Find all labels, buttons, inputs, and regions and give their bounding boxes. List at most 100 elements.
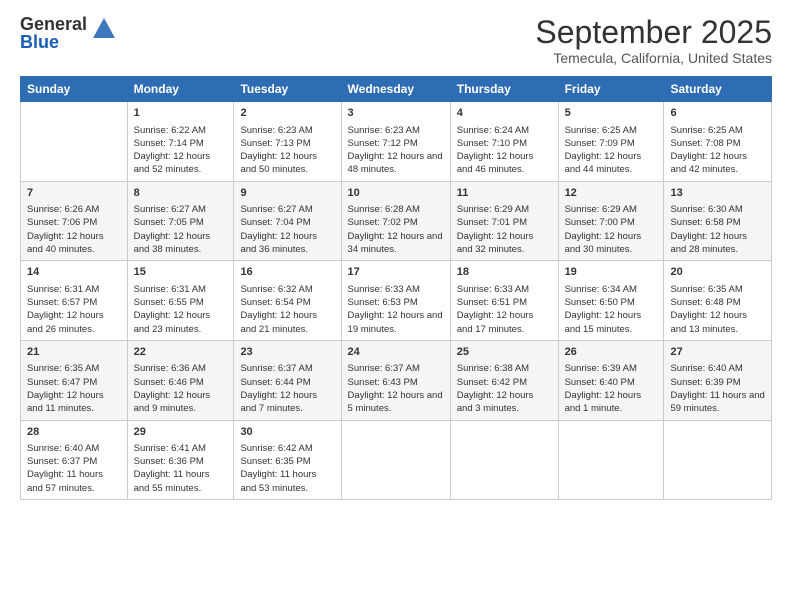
sunrise-text: Sunrise: 6:23 AM bbox=[240, 125, 312, 136]
sunrise-text: Sunrise: 6:40 AM bbox=[27, 443, 99, 454]
sunset-text: Sunset: 6:51 PM bbox=[457, 297, 527, 308]
sunrise-text: Sunrise: 6:29 AM bbox=[457, 204, 529, 215]
day-number: 9 bbox=[240, 186, 334, 201]
daylight-text: Daylight: 11 hours and 59 minutes. bbox=[670, 390, 764, 414]
logo-icon bbox=[93, 18, 115, 43]
daylight-text: Daylight: 12 hours and 17 minutes. bbox=[457, 310, 534, 334]
col-tuesday: Tuesday bbox=[234, 77, 341, 102]
calendar-cell: 17 Sunrise: 6:33 AM Sunset: 6:53 PM Dayl… bbox=[341, 261, 450, 341]
col-sunday: Sunday bbox=[21, 77, 128, 102]
calendar-cell: 30 Sunrise: 6:42 AM Sunset: 6:35 PM Dayl… bbox=[234, 420, 341, 500]
day-number: 1 bbox=[134, 106, 228, 121]
cell-content: 18 Sunrise: 6:33 AM Sunset: 6:51 PM Dayl… bbox=[457, 265, 552, 336]
cell-content: 16 Sunrise: 6:32 AM Sunset: 6:54 PM Dayl… bbox=[240, 265, 334, 336]
cell-content: 1 Sunrise: 6:22 AM Sunset: 7:14 PM Dayli… bbox=[134, 106, 228, 177]
calendar-cell: 18 Sunrise: 6:33 AM Sunset: 6:51 PM Dayl… bbox=[450, 261, 558, 341]
col-wednesday: Wednesday bbox=[341, 77, 450, 102]
calendar-cell: 19 Sunrise: 6:34 AM Sunset: 6:50 PM Dayl… bbox=[558, 261, 664, 341]
sunset-text: Sunset: 7:04 PM bbox=[240, 217, 310, 228]
cell-content: 13 Sunrise: 6:30 AM Sunset: 6:58 PM Dayl… bbox=[670, 186, 765, 257]
month-title: September 2025 bbox=[535, 15, 772, 50]
col-saturday: Saturday bbox=[664, 77, 772, 102]
calendar-cell bbox=[341, 420, 450, 500]
daylight-text: Daylight: 12 hours and 46 minutes. bbox=[457, 151, 534, 175]
sunrise-text: Sunrise: 6:22 AM bbox=[134, 125, 206, 136]
calendar-cell: 14 Sunrise: 6:31 AM Sunset: 6:57 PM Dayl… bbox=[21, 261, 128, 341]
sunset-text: Sunset: 6:46 PM bbox=[134, 377, 204, 388]
cell-content: 25 Sunrise: 6:38 AM Sunset: 6:42 PM Dayl… bbox=[457, 345, 552, 416]
calendar-cell: 13 Sunrise: 6:30 AM Sunset: 6:58 PM Dayl… bbox=[664, 181, 772, 261]
calendar-cell bbox=[664, 420, 772, 500]
day-number: 16 bbox=[240, 265, 334, 280]
sunset-text: Sunset: 7:01 PM bbox=[457, 217, 527, 228]
cell-content: 10 Sunrise: 6:28 AM Sunset: 7:02 PM Dayl… bbox=[348, 186, 444, 257]
day-number: 28 bbox=[27, 425, 121, 440]
daylight-text: Daylight: 12 hours and 26 minutes. bbox=[27, 310, 104, 334]
sunrise-text: Sunrise: 6:27 AM bbox=[134, 204, 206, 215]
daylight-text: Daylight: 12 hours and 13 minutes. bbox=[670, 310, 747, 334]
calendar-cell bbox=[21, 102, 128, 182]
cell-content: 7 Sunrise: 6:26 AM Sunset: 7:06 PM Dayli… bbox=[27, 186, 121, 257]
sunrise-text: Sunrise: 6:35 AM bbox=[670, 284, 742, 295]
calendar-cell: 4 Sunrise: 6:24 AM Sunset: 7:10 PM Dayli… bbox=[450, 102, 558, 182]
daylight-text: Daylight: 12 hours and 19 minutes. bbox=[348, 310, 443, 334]
sunset-text: Sunset: 6:55 PM bbox=[134, 297, 204, 308]
header: General Blue September 2025 Temecula, Ca… bbox=[20, 15, 772, 66]
cell-content: 17 Sunrise: 6:33 AM Sunset: 6:53 PM Dayl… bbox=[348, 265, 444, 336]
daylight-text: Daylight: 12 hours and 52 minutes. bbox=[134, 151, 211, 175]
daylight-text: Daylight: 11 hours and 53 minutes. bbox=[240, 469, 316, 493]
day-number: 24 bbox=[348, 345, 444, 360]
day-number: 22 bbox=[134, 345, 228, 360]
daylight-text: Daylight: 12 hours and 48 minutes. bbox=[348, 151, 443, 175]
daylight-text: Daylight: 12 hours and 11 minutes. bbox=[27, 390, 104, 414]
day-number: 15 bbox=[134, 265, 228, 280]
cell-content: 3 Sunrise: 6:23 AM Sunset: 7:12 PM Dayli… bbox=[348, 106, 444, 177]
cell-content: 29 Sunrise: 6:41 AM Sunset: 6:36 PM Dayl… bbox=[134, 425, 228, 496]
calendar-table: Sunday Monday Tuesday Wednesday Thursday… bbox=[20, 76, 772, 500]
daylight-text: Daylight: 12 hours and 15 minutes. bbox=[565, 310, 642, 334]
daylight-text: Daylight: 12 hours and 9 minutes. bbox=[134, 390, 211, 414]
calendar-week-2: 14 Sunrise: 6:31 AM Sunset: 6:57 PM Dayl… bbox=[21, 261, 772, 341]
logo: General Blue bbox=[20, 15, 115, 51]
sunrise-text: Sunrise: 6:34 AM bbox=[565, 284, 637, 295]
cell-content: 2 Sunrise: 6:23 AM Sunset: 7:13 PM Dayli… bbox=[240, 106, 334, 177]
calendar-page: General Blue September 2025 Temecula, Ca… bbox=[0, 0, 792, 612]
sunrise-text: Sunrise: 6:39 AM bbox=[565, 363, 637, 374]
calendar-cell: 22 Sunrise: 6:36 AM Sunset: 6:46 PM Dayl… bbox=[127, 340, 234, 420]
calendar-week-0: 1 Sunrise: 6:22 AM Sunset: 7:14 PM Dayli… bbox=[21, 102, 772, 182]
calendar-cell: 24 Sunrise: 6:37 AM Sunset: 6:43 PM Dayl… bbox=[341, 340, 450, 420]
cell-content: 14 Sunrise: 6:31 AM Sunset: 6:57 PM Dayl… bbox=[27, 265, 121, 336]
daylight-text: Daylight: 12 hours and 7 minutes. bbox=[240, 390, 317, 414]
sunrise-text: Sunrise: 6:27 AM bbox=[240, 204, 312, 215]
sunset-text: Sunset: 7:10 PM bbox=[457, 138, 527, 149]
sunset-text: Sunset: 6:48 PM bbox=[670, 297, 740, 308]
sunset-text: Sunset: 7:12 PM bbox=[348, 138, 418, 149]
calendar-cell: 28 Sunrise: 6:40 AM Sunset: 6:37 PM Dayl… bbox=[21, 420, 128, 500]
day-number: 17 bbox=[348, 265, 444, 280]
location: Temecula, California, United States bbox=[535, 50, 772, 66]
calendar-cell: 10 Sunrise: 6:28 AM Sunset: 7:02 PM Dayl… bbox=[341, 181, 450, 261]
daylight-text: Daylight: 12 hours and 40 minutes. bbox=[27, 231, 104, 255]
day-number: 27 bbox=[670, 345, 765, 360]
day-number: 20 bbox=[670, 265, 765, 280]
sunset-text: Sunset: 7:09 PM bbox=[565, 138, 635, 149]
sunrise-text: Sunrise: 6:41 AM bbox=[134, 443, 206, 454]
day-number: 13 bbox=[670, 186, 765, 201]
sunrise-text: Sunrise: 6:37 AM bbox=[240, 363, 312, 374]
sunrise-text: Sunrise: 6:33 AM bbox=[348, 284, 420, 295]
sunrise-text: Sunrise: 6:36 AM bbox=[134, 363, 206, 374]
calendar-cell: 6 Sunrise: 6:25 AM Sunset: 7:08 PM Dayli… bbox=[664, 102, 772, 182]
calendar-cell: 25 Sunrise: 6:38 AM Sunset: 6:42 PM Dayl… bbox=[450, 340, 558, 420]
sunset-text: Sunset: 7:13 PM bbox=[240, 138, 310, 149]
calendar-cell: 21 Sunrise: 6:35 AM Sunset: 6:47 PM Dayl… bbox=[21, 340, 128, 420]
day-number: 19 bbox=[565, 265, 658, 280]
daylight-text: Daylight: 12 hours and 36 minutes. bbox=[240, 231, 317, 255]
sunset-text: Sunset: 6:40 PM bbox=[565, 377, 635, 388]
sunrise-text: Sunrise: 6:26 AM bbox=[27, 204, 99, 215]
daylight-text: Daylight: 12 hours and 50 minutes. bbox=[240, 151, 317, 175]
cell-content: 15 Sunrise: 6:31 AM Sunset: 6:55 PM Dayl… bbox=[134, 265, 228, 336]
sunset-text: Sunset: 6:54 PM bbox=[240, 297, 310, 308]
daylight-text: Daylight: 12 hours and 34 minutes. bbox=[348, 231, 443, 255]
cell-content: 28 Sunrise: 6:40 AM Sunset: 6:37 PM Dayl… bbox=[27, 425, 121, 496]
sunrise-text: Sunrise: 6:25 AM bbox=[565, 125, 637, 136]
